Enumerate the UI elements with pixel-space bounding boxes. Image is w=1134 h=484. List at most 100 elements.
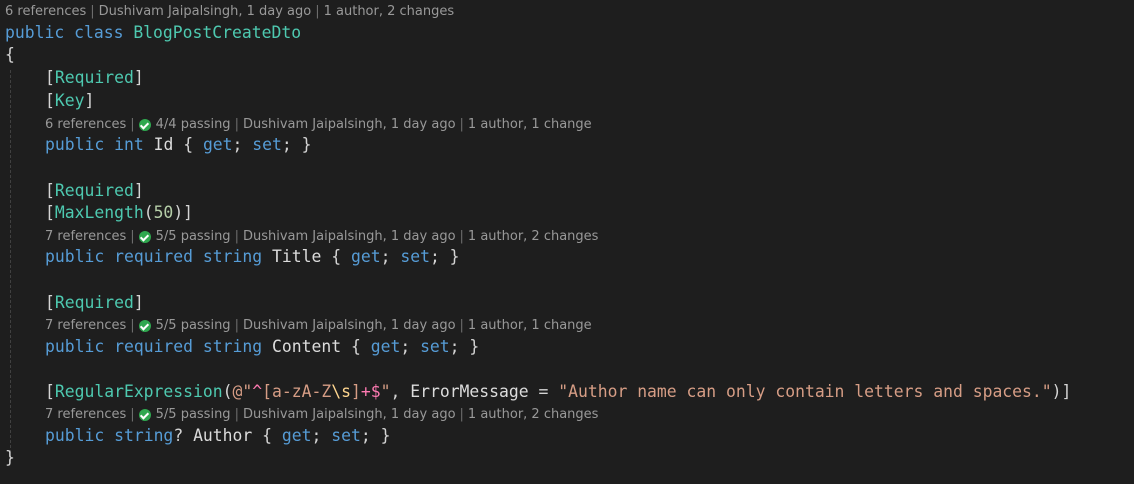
author-regex-attribute-line[interactable]: [RegularExpression(@"^[a-zA-Z\s]+$", Err…: [45, 381, 1071, 403]
codelens-author[interactable]: Dushivam Jaipalsingh, 1 day ago: [243, 404, 456, 426]
indent-guide: [10, 70, 11, 453]
attribute-name: Required: [54, 293, 134, 312]
codelens-separator: |: [234, 407, 239, 422]
keyword-set: set: [400, 247, 430, 266]
keyword-set: set: [331, 426, 361, 445]
codelens-tests[interactable]: 5/5 passing: [156, 315, 231, 337]
regex-class-close: ]: [350, 382, 361, 401]
codelens-separator: |: [315, 4, 320, 19]
title-maxlength-attribute-line[interactable]: [MaxLength(50)]: [45, 202, 193, 224]
codelens-tests[interactable]: 5/5 passing: [156, 404, 231, 426]
title-codelens: 7 references | 5/5 passing | Dushivam Jaipal…: [45, 226, 598, 248]
open-brace: {: [5, 45, 15, 64]
attribute-name: Key: [54, 91, 85, 110]
regex-class-open: [a-zA-Z: [262, 382, 332, 401]
regex-string-prefix: @": [232, 382, 253, 401]
codelens-separator: |: [130, 407, 135, 422]
attribute-name: MaxLength: [54, 203, 144, 222]
keyword-public: public: [45, 247, 105, 266]
codelens-separator: |: [459, 229, 464, 244]
attribute-name: Required: [54, 181, 134, 200]
content-property-line[interactable]: public required string Content { get; se…: [45, 336, 479, 358]
attribute-argument: 50: [153, 203, 174, 222]
class-declaration-line[interactable]: public class BlogPostCreateDto: [5, 22, 301, 44]
codelens-separator: |: [234, 229, 239, 244]
property-name: Author: [193, 426, 253, 445]
property-name: Title: [272, 247, 322, 266]
codelens-separator: |: [234, 318, 239, 333]
type-keyword: string: [114, 426, 174, 445]
codelens-changes[interactable]: 1 author, 1 change: [468, 114, 592, 136]
keyword-required: required: [114, 247, 194, 266]
keyword-get: get: [350, 247, 381, 266]
test-passing-icon: [138, 409, 151, 421]
test-passing-icon: [138, 320, 151, 332]
codelens-tests[interactable]: 5/5 passing: [156, 226, 231, 248]
codelens-separator: |: [130, 229, 135, 244]
regex-anchor: ^: [252, 382, 263, 401]
codelens-changes[interactable]: 1 author, 1 change: [468, 315, 592, 337]
close-brace-line[interactable]: }: [5, 447, 15, 469]
id-required-attribute-line[interactable]: [Required]: [45, 67, 144, 89]
named-parameter: ErrorMessage: [410, 382, 529, 401]
codelens-separator: |: [459, 318, 464, 333]
codelens-changes[interactable]: 1 author, 2 changes: [468, 404, 599, 426]
class-name: BlogPostCreateDto: [133, 23, 302, 42]
keyword-public: public: [45, 337, 105, 356]
keyword-public: public: [45, 135, 105, 154]
id-codelens: 6 references | 4/4 passing | Dushivam Jaipal…: [45, 114, 592, 136]
keyword-get: get: [281, 426, 312, 445]
property-name: Content: [272, 337, 342, 356]
regex-string-suffix: ": [380, 382, 391, 401]
codelens-separator: |: [459, 407, 464, 422]
codelens-changes[interactable]: 1 author, 2 changes: [468, 226, 599, 248]
attribute-name: RegularExpression: [54, 382, 223, 401]
codelens-author[interactable]: Dushivam Jaipalsingh, 1 day ago: [99, 1, 312, 23]
codelens-references[interactable]: 7 references: [45, 226, 126, 248]
codelens-separator: |: [459, 117, 464, 132]
keyword-public: public: [5, 23, 65, 42]
codelens-references[interactable]: 6 references: [45, 114, 126, 136]
id-key-attribute-line[interactable]: [Key]: [45, 90, 94, 112]
codelens-references[interactable]: 7 references: [45, 404, 126, 426]
class-codelens: 6 references | Dushivam Jaipalsingh, 1 day…: [5, 1, 454, 23]
content-codelens: 7 references | 5/5 passing | Dushivam Jaipal…: [45, 315, 592, 337]
codelens-separator: |: [130, 318, 135, 333]
test-passing-icon: [138, 231, 151, 243]
keyword-class: class: [74, 23, 124, 42]
keyword-public: public: [45, 426, 105, 445]
type-keyword: int: [114, 135, 144, 154]
codelens-tests[interactable]: 4/4 passing: [156, 114, 231, 136]
content-required-attribute-line[interactable]: [Required]: [45, 292, 144, 314]
type-keyword: string: [202, 247, 263, 266]
author-property-line[interactable]: public string? Author { get; set; }: [45, 425, 390, 447]
keyword-get: get: [202, 135, 233, 154]
keyword-required: required: [114, 337, 194, 356]
type-keyword: string: [202, 337, 263, 356]
close-brace: }: [5, 448, 15, 467]
codelens-changes[interactable]: 1 author, 2 changes: [324, 1, 455, 23]
test-passing-icon: [138, 119, 151, 131]
id-property-line[interactable]: public int Id { get; set; }: [45, 134, 312, 156]
codelens-separator: |: [90, 4, 95, 19]
author-codelens: 7 references | 5/5 passing | Dushivam Jaipal…: [45, 404, 598, 426]
property-name: Id: [153, 135, 174, 154]
codelens-separator: |: [234, 117, 239, 132]
code-editor[interactable]: 6 references | Dushivam Jaipalsingh, 1 day…: [0, 0, 1134, 484]
regex-quantifier: +$: [360, 382, 381, 401]
error-message-string: "Author name can only contain letters an…: [558, 382, 1052, 401]
codelens-author[interactable]: Dushivam Jaipalsingh, 1 day ago: [243, 315, 456, 337]
codelens-author[interactable]: Dushivam Jaipalsingh, 1 day ago: [243, 226, 456, 248]
keyword-get: get: [370, 337, 401, 356]
codelens-references[interactable]: 6 references: [5, 1, 86, 23]
codelens-separator: |: [130, 117, 135, 132]
keyword-set: set: [252, 135, 282, 154]
codelens-references[interactable]: 7 references: [45, 315, 126, 337]
attribute-name: Required: [54, 68, 134, 87]
title-required-attribute-line[interactable]: [Required]: [45, 180, 144, 202]
open-brace-line[interactable]: {: [5, 44, 15, 66]
keyword-set: set: [420, 337, 450, 356]
regex-escape: \s: [331, 382, 351, 401]
codelens-author[interactable]: Dushivam Jaipalsingh, 1 day ago: [243, 114, 456, 136]
title-property-line[interactable]: public required string Title { get; set;…: [45, 246, 460, 268]
